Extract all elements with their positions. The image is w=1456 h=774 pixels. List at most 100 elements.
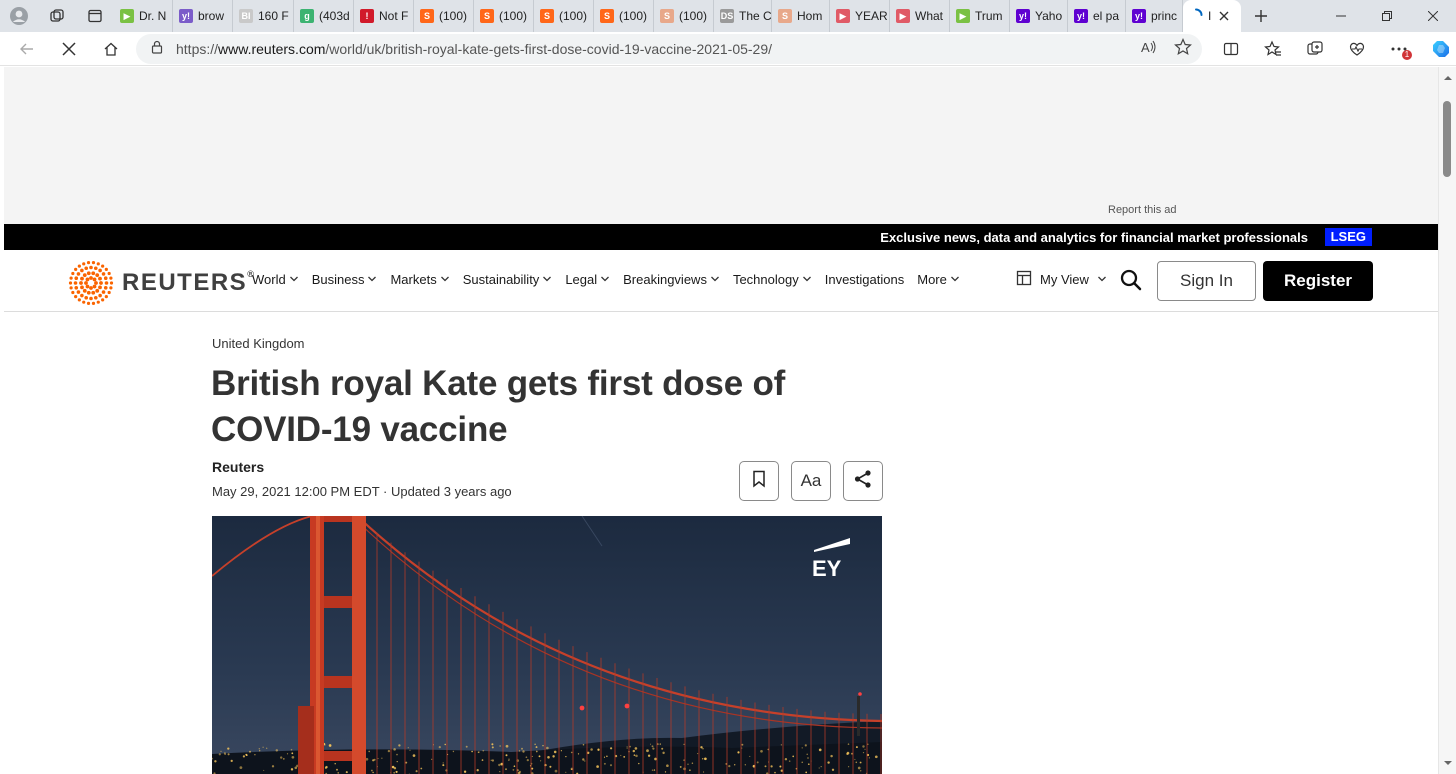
browser-tab[interactable]: S (100) <box>474 0 534 32</box>
home-button[interactable] <box>90 32 132 66</box>
report-ad-link[interactable]: Report this ad <box>1108 204 1176 216</box>
scroll-down-icon[interactable] <box>1443 758 1453 768</box>
scroll-up-icon[interactable] <box>1443 73 1453 83</box>
browser-tab[interactable]: ! Not F <box>354 0 414 32</box>
tab-favicon-icon: ▶ <box>836 9 850 23</box>
ad-banner[interactable]: Report this ad <box>4 67 1438 224</box>
nav-item-investigations[interactable]: Investigations <box>825 272 905 287</box>
collections-icon[interactable] <box>1294 32 1336 66</box>
browser-tab[interactable]: y! princ <box>1126 0 1183 32</box>
tab-label: Yaho <box>1035 9 1063 23</box>
nav-item-markets[interactable]: Markets <box>390 272 449 287</box>
split-screen-icon[interactable] <box>1210 32 1252 66</box>
nav-item-legal[interactable]: Legal <box>565 272 610 287</box>
tab-favicon-icon: g <box>300 9 314 23</box>
browser-tab[interactable]: y! el pa <box>1068 0 1126 32</box>
browser-tab[interactable]: DS The C <box>714 0 772 32</box>
scroll-thumb[interactable] <box>1443 101 1451 177</box>
text-size-button[interactable]: Aa <box>791 461 831 501</box>
browser-tab[interactable]: ▶ Trum <box>950 0 1010 32</box>
reuters-logo[interactable]: REUTERS® <box>68 260 255 306</box>
nav-item-label: Markets <box>390 272 437 287</box>
golden-gate-bridge-image <box>212 516 882 774</box>
chevron-down-icon <box>367 272 377 287</box>
browser-tab[interactable]: g (403d <box>294 0 354 32</box>
register-button[interactable]: Register <box>1263 261 1373 301</box>
workspaces-icon[interactable] <box>38 0 76 32</box>
nav-item-label: Breakingviews <box>623 272 707 287</box>
page-scrollbar[interactable] <box>1438 67 1456 774</box>
url-text[interactable]: https://www.reuters.com/world/uk/british… <box>176 41 772 57</box>
chevron-down-icon <box>1097 272 1107 287</box>
address-bar[interactable]: https://www.reuters.com/world/uk/british… <box>136 34 1202 64</box>
browser-tab[interactable]: BI 160 F <box>233 0 294 32</box>
browser-tab[interactable]: ▶ YEAR <box>830 0 890 32</box>
close-tab-icon[interactable] <box>1216 8 1232 24</box>
tab-label: (403d <box>319 9 350 23</box>
main-navigation: World Business Markets Sustainability Legal B… <box>252 272 973 287</box>
tab-favicon-icon: y! <box>1016 9 1030 23</box>
minimize-button[interactable] <box>1318 0 1364 32</box>
hero-ad-image[interactable]: EY <box>212 516 882 774</box>
browser-tab[interactable]: y! brow <box>173 0 233 32</box>
bookmark-icon <box>752 470 766 493</box>
browser-tab[interactable]: y! Yaho <box>1010 0 1068 32</box>
url-host: www.reuters.com <box>218 41 326 57</box>
tab-actions-icon[interactable] <box>76 0 114 32</box>
tab-label: (100) <box>559 9 588 23</box>
browser-tab[interactable]: ▶ Dr. N <box>114 0 173 32</box>
read-aloud-icon[interactable]: A <box>1140 38 1158 61</box>
site-header: REUTERS® World Business Markets Sustainabil… <box>4 250 1438 312</box>
restore-button[interactable] <box>1364 0 1410 32</box>
close-window-button[interactable] <box>1410 0 1456 32</box>
chevron-down-icon <box>802 272 812 287</box>
nav-item-sustainability[interactable]: Sustainability <box>463 272 553 287</box>
tab-favicon-icon: S <box>600 9 614 23</box>
nav-item-business[interactable]: Business <box>312 272 378 287</box>
tab-favicon-icon: ▶ <box>956 9 970 23</box>
bookmark-button[interactable] <box>739 461 779 501</box>
share-icon <box>853 469 873 494</box>
browser-tab[interactable]: S (100) <box>414 0 474 32</box>
browser-tab[interactable]: ▶ What <box>890 0 950 32</box>
my-view-menu[interactable]: My View <box>1016 270 1107 289</box>
tab-favicon-icon: BI <box>239 9 253 23</box>
browser-tab[interactable]: S Hom <box>772 0 830 32</box>
stop-loading-button[interactable] <box>48 32 90 66</box>
settings-more-icon[interactable]: 1 <box>1378 32 1420 66</box>
tab-active-label: I <box>1208 9 1212 23</box>
favorite-star-icon[interactable] <box>1174 38 1192 61</box>
search-icon[interactable] <box>1119 268 1143 292</box>
favorites-icon[interactable] <box>1252 32 1294 66</box>
nav-item-label: Technology <box>732 272 799 287</box>
nav-item-more[interactable]: More <box>917 272 960 287</box>
nav-item-technology[interactable]: Technology <box>733 272 812 287</box>
lseg-badge[interactable]: LSEG <box>1324 228 1372 246</box>
browser-essentials-icon[interactable] <box>1336 32 1378 66</box>
new-tab-button[interactable] <box>1241 0 1281 32</box>
article-tools: Aa <box>739 461 883 501</box>
loading-spinner-icon <box>1189 8 1203 25</box>
ey-logo-text: EY <box>812 556 842 578</box>
article-byline[interactable]: Reuters <box>212 459 264 475</box>
nav-item-world[interactable]: World <box>252 272 299 287</box>
nav-item-label: Business <box>311 272 365 287</box>
back-button[interactable] <box>6 32 48 66</box>
sign-in-button[interactable]: Sign In <box>1157 261 1256 301</box>
browser-tab[interactable]: S (100) <box>534 0 594 32</box>
my-view-icon <box>1016 270 1032 289</box>
share-button[interactable] <box>843 461 883 501</box>
notification-badge: 1 <box>1402 50 1412 60</box>
profile-icon[interactable] <box>0 0 38 32</box>
section-kicker[interactable]: United Kingdom <box>212 336 305 351</box>
promo-text[interactable]: Exclusive news, data and analytics for f… <box>880 230 1308 245</box>
copilot-icon[interactable] <box>1420 32 1456 66</box>
lock-icon[interactable] <box>150 40 164 59</box>
tab-favicon-icon: S <box>480 9 494 23</box>
nav-item-breakingviews[interactable]: Breakingviews <box>623 272 720 287</box>
tab-active[interactable]: I <box>1183 0 1241 32</box>
tab-favicon-icon: S <box>420 9 434 23</box>
browser-tab[interactable]: S (100) <box>594 0 654 32</box>
promo-bar[interactable]: Exclusive news, data and analytics for f… <box>4 224 1438 250</box>
browser-tab[interactable]: S (100) <box>654 0 714 32</box>
